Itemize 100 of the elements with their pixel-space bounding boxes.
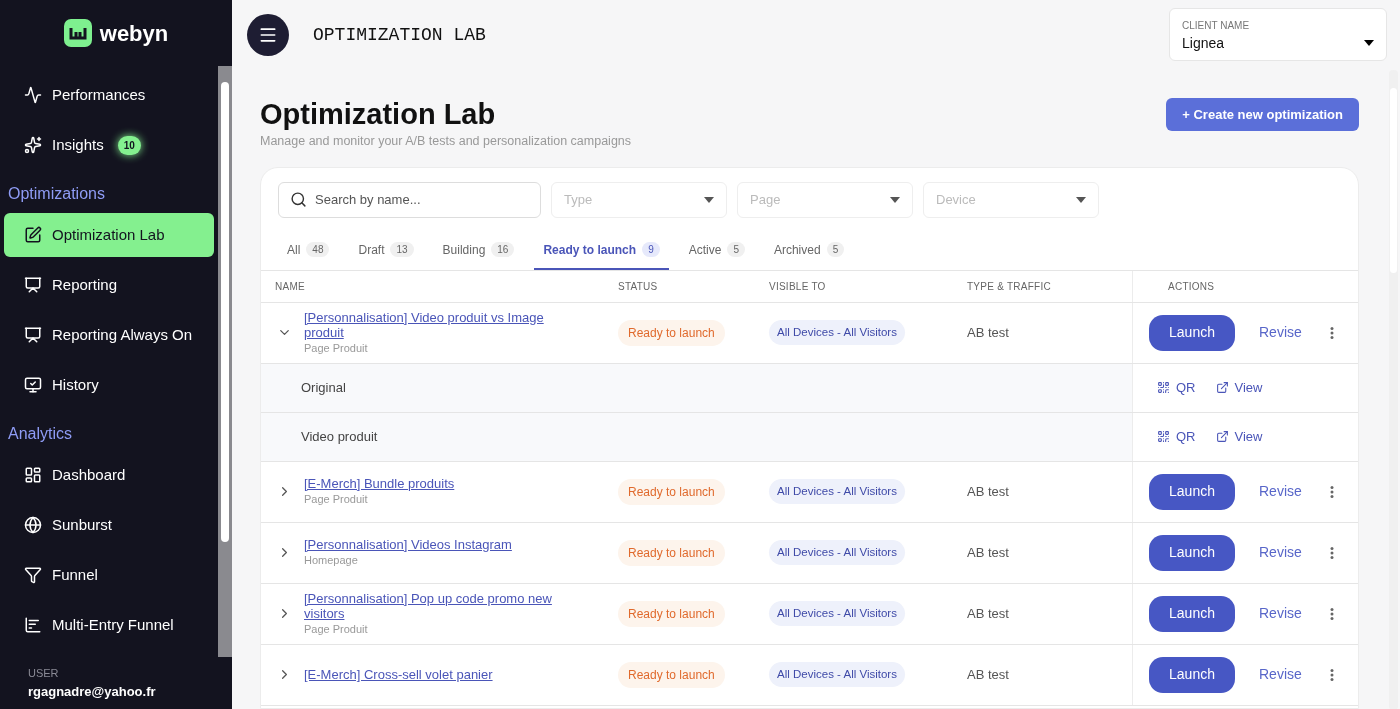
more-icon	[1329, 485, 1334, 498]
status-badge: Ready to launch	[618, 319, 725, 346]
header-title: OPTIMIZATION LAB	[313, 23, 486, 47]
more-icon	[1329, 607, 1334, 620]
page-subtitle: Manage and monitor your A/B tests and personalization campaigns	[260, 133, 632, 150]
globe-icon	[24, 516, 42, 534]
more-button[interactable]	[1329, 607, 1334, 620]
optimization-link[interactable]: [E-Merch] Cross-sell volet panier	[304, 667, 493, 683]
count-badge: 16	[491, 242, 515, 258]
sidebar-item[interactable]: History	[4, 363, 214, 407]
more-button[interactable]	[1329, 668, 1334, 681]
page-label: Page Produit	[304, 621, 369, 637]
count-badge: 48	[306, 242, 330, 258]
caret-icon	[704, 196, 714, 203]
type-label: AB test	[967, 483, 1009, 501]
bar-chart-icon	[24, 616, 42, 634]
status-badge: Ready to launch	[618, 539, 725, 566]
user-label: USER	[28, 666, 60, 681]
create-button[interactable]: + Create new optimization	[1166, 98, 1359, 131]
optimization-link[interactable]: [Personnalisation] Videos Instagram	[304, 537, 512, 552]
count-badge: 10	[117, 135, 141, 155]
type-label: AB test	[967, 324, 1009, 342]
sidebar-item[interactable]: Insights 10	[4, 123, 214, 167]
revise-button[interactable]: Revise	[1259, 603, 1302, 625]
page-label: Page Produit	[304, 492, 369, 507]
logo-icon	[63, 19, 92, 47]
revise-button[interactable]: Revise	[1259, 664, 1302, 686]
sidebar-item[interactable]: Sunburst	[4, 503, 214, 547]
revise-button[interactable]: Revise	[1259, 542, 1302, 564]
more-icon	[1329, 546, 1334, 559]
qr-button[interactable]: QR	[1157, 427, 1196, 447]
sidebar-item[interactable]: Reporting	[4, 263, 214, 307]
more-button[interactable]	[1329, 485, 1334, 498]
column-header: ACTIONS	[1168, 279, 1215, 294]
status-tab[interactable]: Active 5	[679, 231, 754, 270]
sidebar-item[interactable]: Reporting Always On	[4, 313, 214, 357]
sidebar-item[interactable]: Funnel	[4, 553, 214, 597]
view-button[interactable]: View	[1215, 427, 1263, 447]
variant-name: Video produit	[301, 428, 378, 446]
page-title: Optimization Lab	[260, 97, 497, 132]
count-badge: 13	[390, 242, 414, 258]
revise-button[interactable]: Revise	[1259, 481, 1302, 503]
user-email: rgagnadre@yahoo.fr	[28, 682, 157, 701]
monitor-check-icon	[24, 376, 42, 394]
menu-button[interactable]	[247, 14, 289, 56]
sidebar-item[interactable]: Performances	[4, 73, 214, 117]
external-link-icon	[1215, 430, 1229, 444]
external-link-icon	[1215, 381, 1229, 395]
status-tab[interactable]: Ready to launch 9	[534, 231, 669, 270]
type-label: AB test	[967, 605, 1009, 623]
count-badge: 5	[826, 242, 845, 258]
visibility-badge: All Devices - All Visitors	[769, 662, 905, 688]
more-button[interactable]	[1329, 546, 1334, 559]
status-tab[interactable]: Archived 5	[764, 231, 854, 270]
launch-button[interactable]: Launch	[1149, 473, 1235, 510]
status-tab[interactable]: All 48	[278, 231, 339, 270]
visibility-badge: All Devices - All Visitors	[769, 601, 905, 627]
search-field[interactable]: Search by name...	[278, 181, 541, 218]
count-badge: 9	[642, 242, 660, 258]
chart-board-icon	[24, 276, 42, 294]
column-header: STATUS	[618, 279, 658, 294]
dashboard-icon	[24, 466, 42, 484]
optimization-link[interactable]: [Personnalisation] Pop up code promo new visitors	[304, 590, 559, 621]
chart-icon	[24, 86, 42, 104]
visibility-badge: All Devices - All Visitors	[769, 479, 905, 505]
column-header: TYPE & TRAFFIC	[967, 279, 1051, 294]
qr-code-icon	[1157, 430, 1170, 444]
launch-button[interactable]: Launch	[1149, 314, 1235, 351]
view-button[interactable]: View	[1215, 378, 1263, 398]
launch-button[interactable]: Launch	[1149, 656, 1235, 693]
sidebar-item[interactable]: Multi-Entry Funnel	[4, 603, 214, 647]
status-tab[interactable]: Draft 13	[349, 231, 423, 270]
visibility-badge: All Devices - All Visitors	[769, 540, 905, 566]
status-tab[interactable]: Building 16	[433, 231, 524, 270]
more-button[interactable]	[1329, 326, 1334, 339]
chart-board-icon	[24, 326, 42, 344]
optimization-link[interactable]: [Personnalisation] Video produit vs Image produit	[304, 309, 559, 340]
more-icon	[1329, 668, 1334, 681]
qr-button[interactable]: QR	[1157, 378, 1196, 398]
page-label: Page Produit	[304, 340, 369, 356]
more-icon	[1329, 326, 1334, 339]
caret-icon	[890, 196, 900, 203]
status-badge: Ready to launch	[618, 661, 725, 688]
edit-icon	[24, 226, 42, 244]
section-heading: Optimizations	[7, 184, 106, 204]
sidebar-item[interactable]: Optimization Lab	[4, 213, 214, 257]
logo-text: webyn	[99, 19, 169, 48]
scrollbar[interactable]	[218, 66, 232, 657]
status-badge: Ready to launch	[618, 600, 725, 627]
client-select[interactable]: CLIENT NAME Lignea	[1169, 8, 1387, 61]
launch-button[interactable]: Launch	[1149, 534, 1235, 571]
optimization-link[interactable]: [E-Merch] Bundle produits	[304, 476, 455, 491]
type-label: AB test	[967, 666, 1009, 684]
column-header: VISIBLE TO	[769, 279, 826, 294]
launch-button[interactable]: Launch	[1149, 595, 1235, 632]
sidebar-item[interactable]: Dashboard	[4, 453, 214, 497]
revise-button[interactable]: Revise	[1259, 322, 1302, 344]
caret-icon	[1076, 196, 1086, 203]
search-icon	[290, 190, 307, 208]
status-badge: Ready to launch	[618, 478, 725, 505]
